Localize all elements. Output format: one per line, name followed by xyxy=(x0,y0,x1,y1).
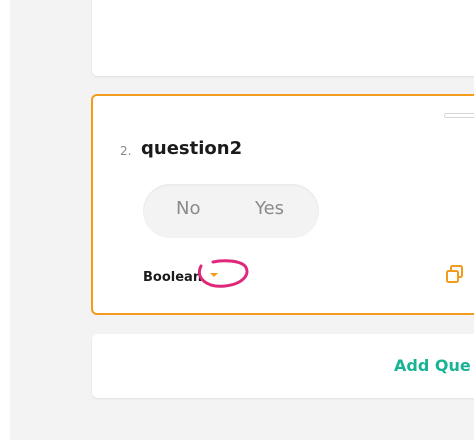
boolean-false-label[interactable]: No xyxy=(176,198,200,219)
question-title[interactable]: question2 xyxy=(141,138,242,159)
add-question-button[interactable]: Add Que xyxy=(394,356,471,375)
left-gutter xyxy=(0,0,10,445)
boolean-true-label[interactable]: Yes xyxy=(255,198,284,219)
question-card-selected[interactable]: 2. question2 No Yes Boolean xyxy=(91,94,474,315)
previous-question-card[interactable] xyxy=(92,0,474,76)
survey-designer-canvas: 2. question2 No Yes Boolean Add Que xyxy=(0,0,474,445)
question-number: 2. xyxy=(120,144,132,158)
bottom-strip xyxy=(0,440,474,445)
drag-handle[interactable] xyxy=(444,113,474,118)
add-question-card: Add Que xyxy=(92,334,474,398)
annotation-circle xyxy=(198,259,249,288)
copy-icon[interactable] xyxy=(445,264,465,284)
boolean-switch[interactable]: No Yes xyxy=(143,184,319,238)
